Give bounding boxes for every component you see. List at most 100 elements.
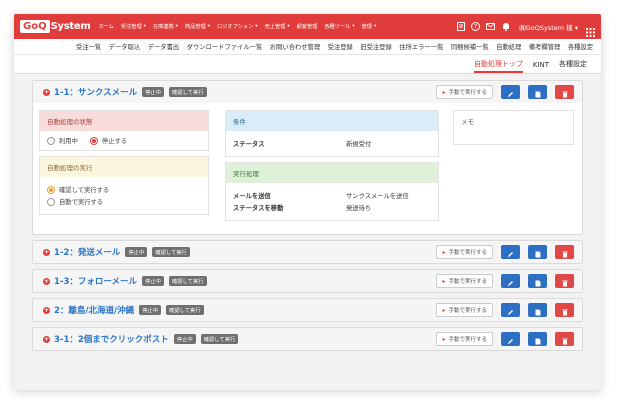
rule-title[interactable]: 1-2：発送メール bbox=[54, 246, 120, 258]
arrow-right-icon: ▸ bbox=[442, 248, 446, 256]
subnav-item[interactable]: 各種設定 bbox=[568, 42, 593, 51]
radio-button[interactable] bbox=[47, 136, 55, 145]
status-badge: 確認して実行 bbox=[166, 305, 204, 315]
rule-title[interactable]: 1-1：サンクスメール bbox=[54, 86, 137, 98]
caret-down-icon: ▾ bbox=[373, 24, 377, 29]
nav-item[interactable]: 管理 ▾ bbox=[362, 23, 377, 30]
copy-button[interactable] bbox=[528, 303, 547, 317]
radio-label[interactable]: 自動で実行する bbox=[59, 197, 103, 206]
nav-item[interactable]: 各種ツール ▾ bbox=[324, 23, 354, 30]
nav-item[interactable]: 顧客管理 bbox=[297, 23, 318, 30]
delete-button[interactable] bbox=[555, 274, 574, 288]
manual-run-button[interactable]: ▸ 手動で実行する bbox=[436, 85, 493, 99]
status-badge: 停止中 bbox=[142, 276, 164, 286]
nav-item[interactable]: 受注管理 ▾ bbox=[121, 23, 146, 30]
edit-button[interactable] bbox=[501, 274, 520, 288]
edit-button[interactable] bbox=[501, 303, 520, 317]
subnav-item[interactable]: お問い合わせ管理 bbox=[270, 42, 320, 51]
manual-run-button[interactable]: ▸ 手動で実行する bbox=[436, 332, 493, 346]
file-icon bbox=[535, 330, 541, 349]
top-navbar: GoQ System ホーム 受注管理 ▾ 在庫連携 ▾ 商品管理 ▾ ロジオプション ▾ 売上管… bbox=[14, 14, 601, 39]
radio-button[interactable] bbox=[47, 197, 55, 206]
nav-item[interactable]: 売上管理 ▾ bbox=[265, 23, 290, 30]
action-key: ステータスを移動 bbox=[233, 205, 284, 212]
copy-button[interactable] bbox=[528, 85, 547, 99]
expand-plus-icon[interactable]: + bbox=[43, 88, 50, 96]
rule-title[interactable]: 2：離島/北海道/沖縄 bbox=[54, 304, 134, 316]
expand-plus-icon[interactable]: + bbox=[43, 248, 50, 256]
edit-button[interactable] bbox=[501, 332, 520, 346]
action-value: サンクスメールを送信 bbox=[346, 193, 409, 200]
delete-button[interactable] bbox=[555, 245, 574, 259]
rule-card-header[interactable]: +1-1：サンクスメール 停止中 確認して実行 ▸ 手動で実行する bbox=[33, 81, 582, 103]
nav-item[interactable]: ロジオプション ▾ bbox=[217, 23, 258, 30]
status-badge: 停止中 bbox=[142, 87, 165, 97]
pencil-icon bbox=[507, 301, 514, 320]
subnav-item[interactable]: データ書出 bbox=[148, 42, 179, 51]
delete-button[interactable] bbox=[555, 85, 574, 99]
nav-item[interactable]: ホーム bbox=[98, 23, 113, 30]
delete-button[interactable] bbox=[555, 332, 574, 346]
document-icon[interactable] bbox=[456, 22, 465, 31]
condition-key: ステータス bbox=[233, 141, 265, 148]
delete-button[interactable] bbox=[555, 303, 574, 317]
status-panel-body: 利用中 停止する bbox=[40, 131, 208, 150]
manual-run-button[interactable]: ▸ 手動で実行する bbox=[436, 245, 493, 259]
radio-button[interactable] bbox=[47, 185, 55, 194]
subnav-item[interactable]: 受注登録 bbox=[328, 42, 353, 51]
subnav-item[interactable]: 旧受注登録 bbox=[360, 42, 391, 51]
edit-button[interactable] bbox=[501, 245, 520, 259]
expand-plus-icon[interactable]: + bbox=[43, 306, 50, 314]
tab-item[interactable]: 各種設定 bbox=[559, 59, 587, 73]
mail-icon[interactable] bbox=[486, 22, 496, 31]
subnav-item[interactable]: 備考欄管理 bbox=[529, 42, 560, 51]
radio-button[interactable] bbox=[89, 136, 98, 145]
subnav-item[interactable]: データ取込 bbox=[109, 42, 140, 51]
radio-label[interactable]: 利用中 bbox=[59, 136, 78, 145]
nav-item[interactable]: 在庫連携 ▾ bbox=[153, 23, 178, 30]
subnav-item[interactable]: 住所エラー一覧 bbox=[399, 42, 443, 51]
status-panel: 自動処理の状態 利用中 停止する bbox=[39, 110, 209, 151]
copy-button[interactable] bbox=[528, 274, 547, 288]
rule-title[interactable]: 1-3：フォローメール bbox=[54, 275, 137, 287]
action-row: ステータスを移動 発送待ち bbox=[233, 203, 431, 212]
file-icon bbox=[535, 272, 541, 291]
caret-down-icon: ▾ bbox=[207, 24, 210, 29]
trash-icon bbox=[562, 272, 568, 291]
trash-icon bbox=[562, 83, 568, 102]
expand-plus-icon[interactable]: + bbox=[43, 335, 50, 343]
manual-run-label: 手動で実行する bbox=[448, 90, 487, 96]
subnav-item[interactable]: 受注一覧 bbox=[76, 42, 101, 51]
subnav-item[interactable]: 同梱候補一覧 bbox=[451, 42, 489, 51]
rule-card-header[interactable]: +2：離島/北海道/沖縄 停止中 確認して実行 ▸ 手動で実行する bbox=[33, 299, 582, 321]
radio-label[interactable]: 確認して実行する bbox=[59, 185, 109, 194]
edit-button[interactable] bbox=[501, 85, 520, 99]
rule-card-header[interactable]: +1-2：発送メール 停止中 確認して実行 ▸ 手動で実行する bbox=[33, 241, 582, 263]
svg-text:?: ? bbox=[474, 24, 477, 31]
manual-run-label: 手動で実行する bbox=[448, 250, 487, 256]
tab-item[interactable]: KINT bbox=[533, 61, 549, 73]
copy-button[interactable] bbox=[528, 332, 547, 346]
manual-run-button[interactable]: ▸ 手動で実行する bbox=[436, 274, 493, 288]
logo[interactable]: GoQ System bbox=[20, 20, 91, 33]
subnav-item[interactable]: 自動処理 bbox=[496, 42, 521, 51]
caret-down-icon: ▾ bbox=[255, 24, 258, 29]
rule-title[interactable]: 3-1：2個までクリックポスト bbox=[54, 333, 169, 345]
apps-grid-icon[interactable] bbox=[586, 22, 595, 37]
copy-button[interactable] bbox=[528, 245, 547, 259]
subnav-item[interactable]: ダウンロードファイル一覧 bbox=[187, 42, 263, 51]
condition-value: 新規受付 bbox=[346, 141, 372, 148]
nav-item[interactable]: 商品管理 ▾ bbox=[185, 23, 210, 30]
bell-icon[interactable] bbox=[501, 22, 510, 31]
trash-icon bbox=[562, 330, 568, 349]
pencil-icon bbox=[507, 83, 514, 102]
rule-card-header[interactable]: +1-3：フォローメール 停止中 確認して実行 ▸ 手動で実行する bbox=[33, 270, 582, 292]
help-icon[interactable]: ? bbox=[471, 22, 481, 31]
radio-label[interactable]: 停止する bbox=[102, 136, 127, 145]
expand-plus-icon[interactable]: + bbox=[43, 277, 50, 285]
manual-run-button[interactable]: ▸ 手動で実行する bbox=[436, 303, 493, 317]
tab-item[interactable]: 自動処理トップ bbox=[473, 59, 523, 73]
rule-card-header[interactable]: +3-1：2個までクリックポスト 停止中 確認して実行 ▸ 手動で実行する bbox=[33, 328, 582, 350]
user-menu[interactable]: ㈱GoQSystem 様 ▾ bbox=[519, 22, 578, 32]
main-content: +1-1：サンクスメール 停止中 確認して実行 ▸ 手動で実行する 自動処理の状態 利用中停… bbox=[14, 74, 601, 351]
